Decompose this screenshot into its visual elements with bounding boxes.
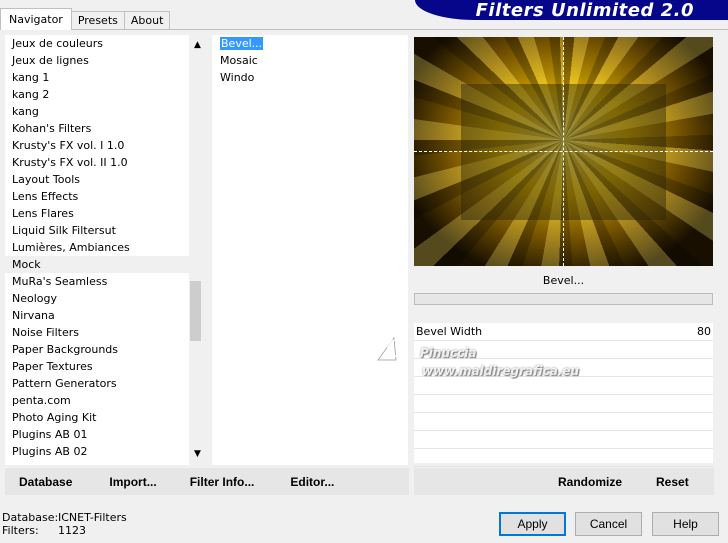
database-value: ICNET-Filters (58, 511, 127, 524)
category-item[interactable]: Jeux de lignes (5, 52, 201, 69)
filter-item-label: Bevel... (220, 37, 264, 50)
category-item[interactable]: Lumières, Ambiances (5, 239, 201, 256)
category-item[interactable]: Layout Tools (5, 171, 201, 188)
param-row[interactable]: Bevel Width 80 (414, 323, 713, 341)
category-item[interactable]: Neology (5, 290, 201, 307)
preview-image[interactable] (414, 37, 713, 266)
database-button[interactable]: Database (19, 475, 72, 489)
scroll-thumb[interactable] (190, 281, 201, 341)
param-row[interactable] (414, 431, 713, 449)
category-item[interactable]: Plugins AB 01 (5, 426, 201, 443)
category-item[interactable]: Photo Aging Kit (5, 409, 201, 426)
param-row[interactable] (414, 377, 713, 395)
param-row[interactable] (414, 413, 713, 431)
category-item[interactable]: Kohan's Filters (5, 120, 201, 137)
category-item[interactable]: Paper Backgrounds (5, 341, 201, 358)
param-value[interactable]: 80 (697, 323, 711, 340)
tab-about[interactable]: About (123, 11, 171, 30)
category-item[interactable]: Mock (5, 256, 201, 273)
category-item[interactable]: Krusty's FX vol. II 1.0 (5, 154, 201, 171)
tab-navigator[interactable]: Navigator (0, 8, 72, 30)
category-item[interactable]: Lens Flares (5, 205, 201, 222)
apply-button[interactable]: Apply (499, 512, 566, 536)
category-item[interactable]: kang (5, 103, 201, 120)
status-info: Database: ICNET-Filters Filters: 1123 (2, 511, 127, 537)
watermark-name: Pinuccia (420, 346, 477, 360)
category-item[interactable]: Krusty's FX vol. I 1.0 (5, 137, 201, 154)
category-scrollbar[interactable]: ▲ ▼ (189, 35, 201, 465)
param-label: Bevel Width (416, 325, 483, 338)
param-action-bar: Randomize Reset (414, 468, 714, 495)
list-action-bar: Database Import... Filter Info... Editor… (5, 468, 409, 495)
editor-button[interactable]: Editor... (290, 475, 334, 489)
help-button[interactable]: Help (652, 512, 719, 536)
reset-button[interactable]: Reset (656, 475, 689, 489)
crosshair-vertical (563, 37, 564, 266)
current-filter-name: Bevel... (414, 268, 713, 294)
category-item[interactable]: Paper Textures (5, 358, 201, 375)
filter-list[interactable]: Bevel... Mosaic Windo (212, 35, 408, 465)
progress-bar (414, 293, 713, 305)
filter-item-label: Mosaic (220, 54, 258, 67)
app-banner: Filters Unlimited 2.0 (415, 0, 728, 21)
category-item[interactable]: Lens Effects (5, 188, 201, 205)
cancel-button[interactable]: Cancel (575, 512, 642, 536)
category-item[interactable]: Pattern Generators (5, 375, 201, 392)
randomize-button[interactable]: Randomize (558, 475, 622, 489)
watermark-logo-icon (377, 336, 405, 361)
filters-label: Filters: (2, 524, 39, 537)
param-row[interactable] (414, 449, 713, 467)
category-item[interactable]: Nirvana (5, 307, 201, 324)
watermark-url: www.maldiregrafica.eu (422, 364, 580, 378)
filter-item[interactable]: Mosaic (212, 52, 408, 69)
param-row[interactable] (414, 395, 713, 413)
category-item[interactable]: Noise Filters (5, 324, 201, 341)
import-button[interactable]: Import... (109, 475, 156, 489)
parameter-panel: Bevel Width 80 (414, 323, 713, 467)
filters-count: 1123 (58, 524, 86, 537)
filter-item-label: Windo (220, 71, 255, 84)
tab-bar: Navigator Presets About (0, 8, 171, 30)
category-item[interactable]: penta.com (5, 392, 201, 409)
database-label: Database: (2, 511, 59, 524)
category-item[interactable]: MuRa's Seamless (5, 273, 201, 290)
category-item[interactable]: Jeux de couleurs (5, 35, 201, 52)
category-item[interactable]: Plugins AB 02 (5, 443, 201, 460)
category-list[interactable]: Jeux de couleurs Jeux de lignes kang 1 kang… (5, 35, 201, 465)
tab-presets[interactable]: Presets (70, 11, 125, 30)
filter-item[interactable]: Bevel... (212, 35, 408, 52)
app-title: Filters Unlimited 2.0 (475, 0, 694, 21)
filter-item[interactable]: Windo (212, 69, 408, 86)
scroll-down-arrow-icon[interactable]: ▼ (189, 446, 201, 463)
filter-info-button[interactable]: Filter Info... (190, 475, 255, 489)
category-item[interactable]: Liquid Silk Filtersut (5, 222, 201, 239)
scroll-up-arrow-icon[interactable]: ▲ (189, 37, 201, 54)
category-item[interactable]: kang 2 (5, 86, 201, 103)
category-item[interactable]: kang 1 (5, 69, 201, 86)
